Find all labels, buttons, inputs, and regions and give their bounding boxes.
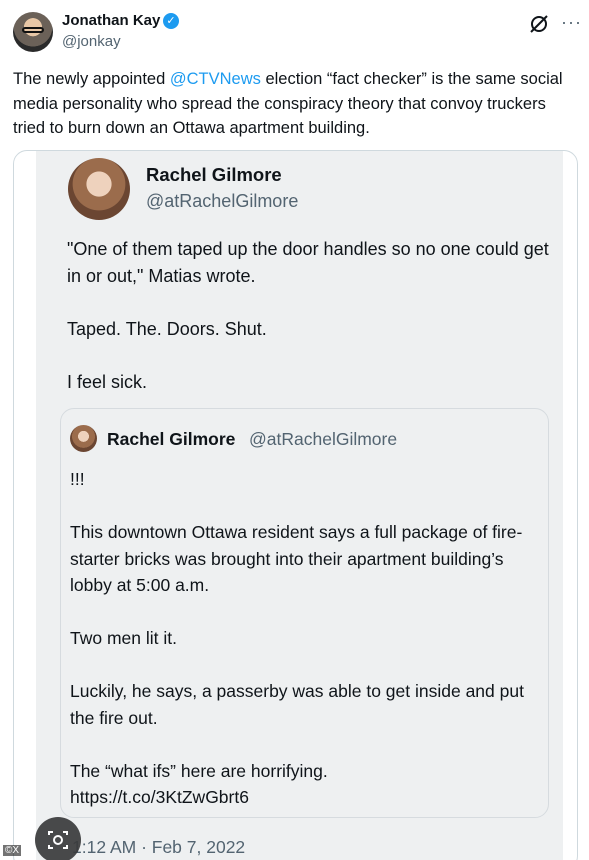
nested-paragraph: Two men lit it. <box>70 628 177 648</box>
nested-paragraph: Luckily, he says, a passerby was able to… <box>70 681 524 728</box>
nested-author-handle: @atRachelGilmore <box>249 429 398 449</box>
verified-badge-icon[interactable]: ✓ <box>163 13 179 29</box>
nested-author-avatar <box>70 425 97 452</box>
quoted-tweet-card[interactable]: Rachel Gilmore @atRachelGilmore "One of … <box>13 150 578 860</box>
watermark: ©X <box>3 845 22 856</box>
nested-last-line: The “what ifs” here are horrifying. <box>70 760 328 781</box>
more-icon[interactable]: ··· <box>561 12 582 32</box>
tweet-header: Jonathan Kay ✓ @jonkay ··· <box>0 0 589 60</box>
nested-link[interactable]: https://t.co/3KtZwGbrt6 <box>70 784 540 811</box>
nested-paragraph: !!! <box>70 469 85 489</box>
tweet-timestamp[interactable]: 1:12 AM · Feb 7, 2022 <box>72 837 245 858</box>
x-slash-icon[interactable] <box>527 12 551 36</box>
author-handle[interactable]: @jonkay <box>62 33 121 50</box>
image-search-button[interactable] <box>35 817 81 860</box>
author-avatar[interactable] <box>13 12 53 52</box>
quoted-tweet-text: "One of them taped up the door handles s… <box>67 236 557 422</box>
nested-quoted-tweet[interactable]: Rachel Gilmore @atRachelGilmore !!! This… <box>60 408 549 818</box>
tweet-text-before: The newly appointed <box>13 70 170 88</box>
quoted-tweet-body: Rachel Gilmore @atRachelGilmore "One of … <box>36 151 563 860</box>
author-name[interactable]: Jonathan Kay <box>62 12 160 29</box>
camera-search-icon <box>48 831 68 849</box>
quoted-author-name[interactable]: Rachel Gilmore <box>146 164 282 186</box>
nested-paragraph: This downtown Ottawa resident says a ful… <box>70 522 523 595</box>
quoted-paragraph: I feel sick. <box>67 371 148 392</box>
quoted-author-handle[interactable]: @atRachelGilmore <box>146 191 298 212</box>
nested-tweet-text: !!! This downtown Ottawa resident says a… <box>70 466 540 811</box>
nested-author-name: Rachel Gilmore <box>107 429 236 449</box>
quoted-paragraph: Taped. The. Doors. Shut. <box>67 318 267 339</box>
quoted-author-avatar[interactable] <box>68 158 130 220</box>
quoted-paragraph: "One of them taped up the door handles s… <box>67 239 549 286</box>
mention-link[interactable]: @CTVNews <box>170 70 261 88</box>
tweet-text: The newly appointed @CTVNews election “f… <box>13 67 578 141</box>
